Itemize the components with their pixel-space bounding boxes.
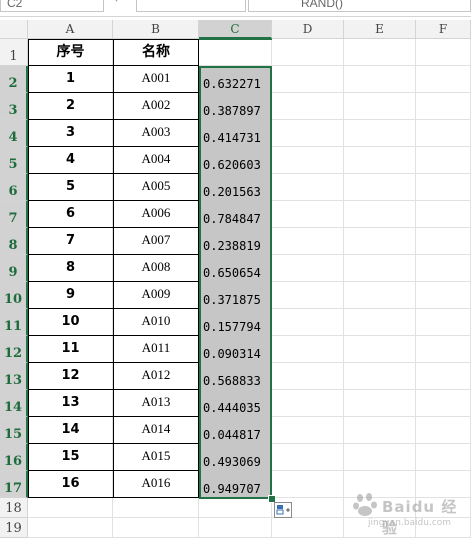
row-header-4[interactable]: 4 xyxy=(0,120,28,147)
column-header-b[interactable]: B xyxy=(113,20,199,39)
cell-c1[interactable] xyxy=(199,39,272,66)
row-header-16[interactable]: 16 xyxy=(0,444,28,471)
table-cell-name[interactable]: A015 xyxy=(113,444,199,471)
table-cell-name[interactable]: A009 xyxy=(113,282,199,309)
row-header-3[interactable]: 3 xyxy=(0,93,28,120)
select-all-corner[interactable] xyxy=(0,20,28,39)
row-header-10[interactable]: 10 xyxy=(0,282,28,309)
table-cell-name[interactable]: A008 xyxy=(113,255,199,282)
table-cell-rand[interactable]: 0.371875 xyxy=(199,282,272,309)
row-header-15[interactable]: 15 xyxy=(0,417,28,444)
watermark: Baidu 经验 jingyan.baidu.com xyxy=(352,488,471,537)
header-name[interactable]: 名称 xyxy=(113,39,199,66)
formula-bar: C2 ▾ RAND() xyxy=(0,0,471,17)
table-cell-rand[interactable]: 0.632271 xyxy=(199,66,272,93)
row-header-19[interactable]: 19 xyxy=(0,518,28,538)
table-cell-name[interactable]: A004 xyxy=(113,147,199,174)
table-cell-rand[interactable]: 0.090314 xyxy=(199,336,272,363)
table-cell-seq[interactable]: 11 xyxy=(28,336,113,363)
table-cell-seq[interactable]: 16 xyxy=(28,471,113,498)
table-cell-seq[interactable]: 2 xyxy=(28,93,113,120)
table-cell-name[interactable]: A001 xyxy=(113,66,199,93)
table-cell-seq[interactable]: 7 xyxy=(28,228,113,255)
table-cell-name[interactable]: A013 xyxy=(113,390,199,417)
table-cell-seq[interactable]: 5 xyxy=(28,174,113,201)
table-cell-rand[interactable]: 0.201563 xyxy=(199,174,272,201)
table-cell-name[interactable]: A002 xyxy=(113,93,199,120)
row-header-1[interactable]: 1 xyxy=(0,39,28,66)
baidu-paw-icon xyxy=(353,493,377,516)
row-header-6[interactable]: 6 xyxy=(0,174,28,201)
table-cell-name[interactable]: A007 xyxy=(113,228,199,255)
watermark-text: Baidu 经验 xyxy=(382,498,458,537)
table-cell-name[interactable]: A016 xyxy=(113,471,199,498)
table-cell-seq[interactable]: 14 xyxy=(28,417,113,444)
table-cell-rand[interactable]: 0.568833 xyxy=(199,363,272,390)
table-cell-seq[interactable]: 13 xyxy=(28,390,113,417)
table-cell-rand[interactable]: 0.238819 xyxy=(199,228,272,255)
table-cell-seq[interactable]: 10 xyxy=(28,309,113,336)
table-cell-rand[interactable]: 0.620603 xyxy=(199,147,272,174)
row-header-9[interactable]: 9 xyxy=(0,255,28,282)
table-cell-seq[interactable]: 1 xyxy=(28,66,113,93)
table-border-line xyxy=(199,39,272,40)
row-header-7[interactable]: 7 xyxy=(0,201,28,228)
gridline-vertical xyxy=(343,39,344,538)
name-box[interactable]: C2 xyxy=(0,0,104,12)
table-cell-rand[interactable]: 0.493069 xyxy=(199,444,272,471)
formula-bar-buttons xyxy=(136,0,246,12)
table-cell-name[interactable]: A014 xyxy=(113,417,199,444)
table-cell-name[interactable]: A010 xyxy=(113,309,199,336)
table-border-line xyxy=(28,39,29,498)
header-seq[interactable]: 序号 xyxy=(28,39,113,66)
column-header-c[interactable]: C xyxy=(199,20,272,39)
table-cell-seq[interactable]: 15 xyxy=(28,444,113,471)
column-header-a[interactable]: A xyxy=(28,20,113,39)
row-header-2[interactable]: 2 xyxy=(0,66,28,93)
row-header-5[interactable]: 5 xyxy=(0,147,28,174)
table-cell-seq[interactable]: 9 xyxy=(28,282,113,309)
watermark-url: jingyan.baidu.com xyxy=(368,518,452,528)
row-header-17[interactable]: 17 xyxy=(0,471,28,498)
row-header-14[interactable]: 14 xyxy=(0,390,28,417)
column-header-f[interactable]: F xyxy=(416,20,471,39)
table-cell-name[interactable]: A003 xyxy=(113,120,199,147)
table-cell-name[interactable]: A005 xyxy=(113,174,199,201)
row-header-18[interactable]: 18 xyxy=(0,498,28,518)
auto-fill-options-icon-glyph xyxy=(276,505,290,515)
table-cell-seq[interactable]: 12 xyxy=(28,363,113,390)
table-cell-name[interactable]: A006 xyxy=(113,201,199,228)
row-header-12[interactable]: 12 xyxy=(0,336,28,363)
table-cell-rand[interactable]: 0.414731 xyxy=(199,120,272,147)
column-header-d[interactable]: D xyxy=(272,20,344,39)
table-cell-rand[interactable]: 0.650654 xyxy=(199,255,272,282)
table-border-line xyxy=(113,39,114,498)
row-header-13[interactable]: 13 xyxy=(0,363,28,390)
table-cell-rand[interactable]: 0.387897 xyxy=(199,93,272,120)
table-cell-rand[interactable]: 0.044817 xyxy=(199,417,272,444)
table-cell-rand[interactable]: 0.157794 xyxy=(199,309,272,336)
row-header-8[interactable]: 8 xyxy=(0,228,28,255)
name-box-dropdown-icon[interactable]: ▾ xyxy=(114,0,122,8)
auto-fill-options-icon[interactable] xyxy=(274,502,292,518)
table-cell-rand[interactable]: 0.784847 xyxy=(199,201,272,228)
column-header-e[interactable]: E xyxy=(344,20,416,39)
formula-input[interactable]: RAND() xyxy=(248,0,471,12)
table-cell-name[interactable]: A012 xyxy=(113,363,199,390)
table-cell-rand[interactable]: 0.949707 xyxy=(199,471,272,498)
table-cell-seq[interactable]: 4 xyxy=(28,147,113,174)
table-cell-seq[interactable]: 6 xyxy=(28,201,113,228)
table-border-line xyxy=(198,39,199,498)
table-cell-seq[interactable]: 8 xyxy=(28,255,113,282)
table-cell-seq[interactable]: 3 xyxy=(28,120,113,147)
gridline-vertical xyxy=(415,39,416,538)
table-cell-name[interactable]: A011 xyxy=(113,336,199,363)
table-cell-rand[interactable]: 0.444035 xyxy=(199,390,272,417)
row-header-11[interactable]: 11 xyxy=(0,309,28,336)
